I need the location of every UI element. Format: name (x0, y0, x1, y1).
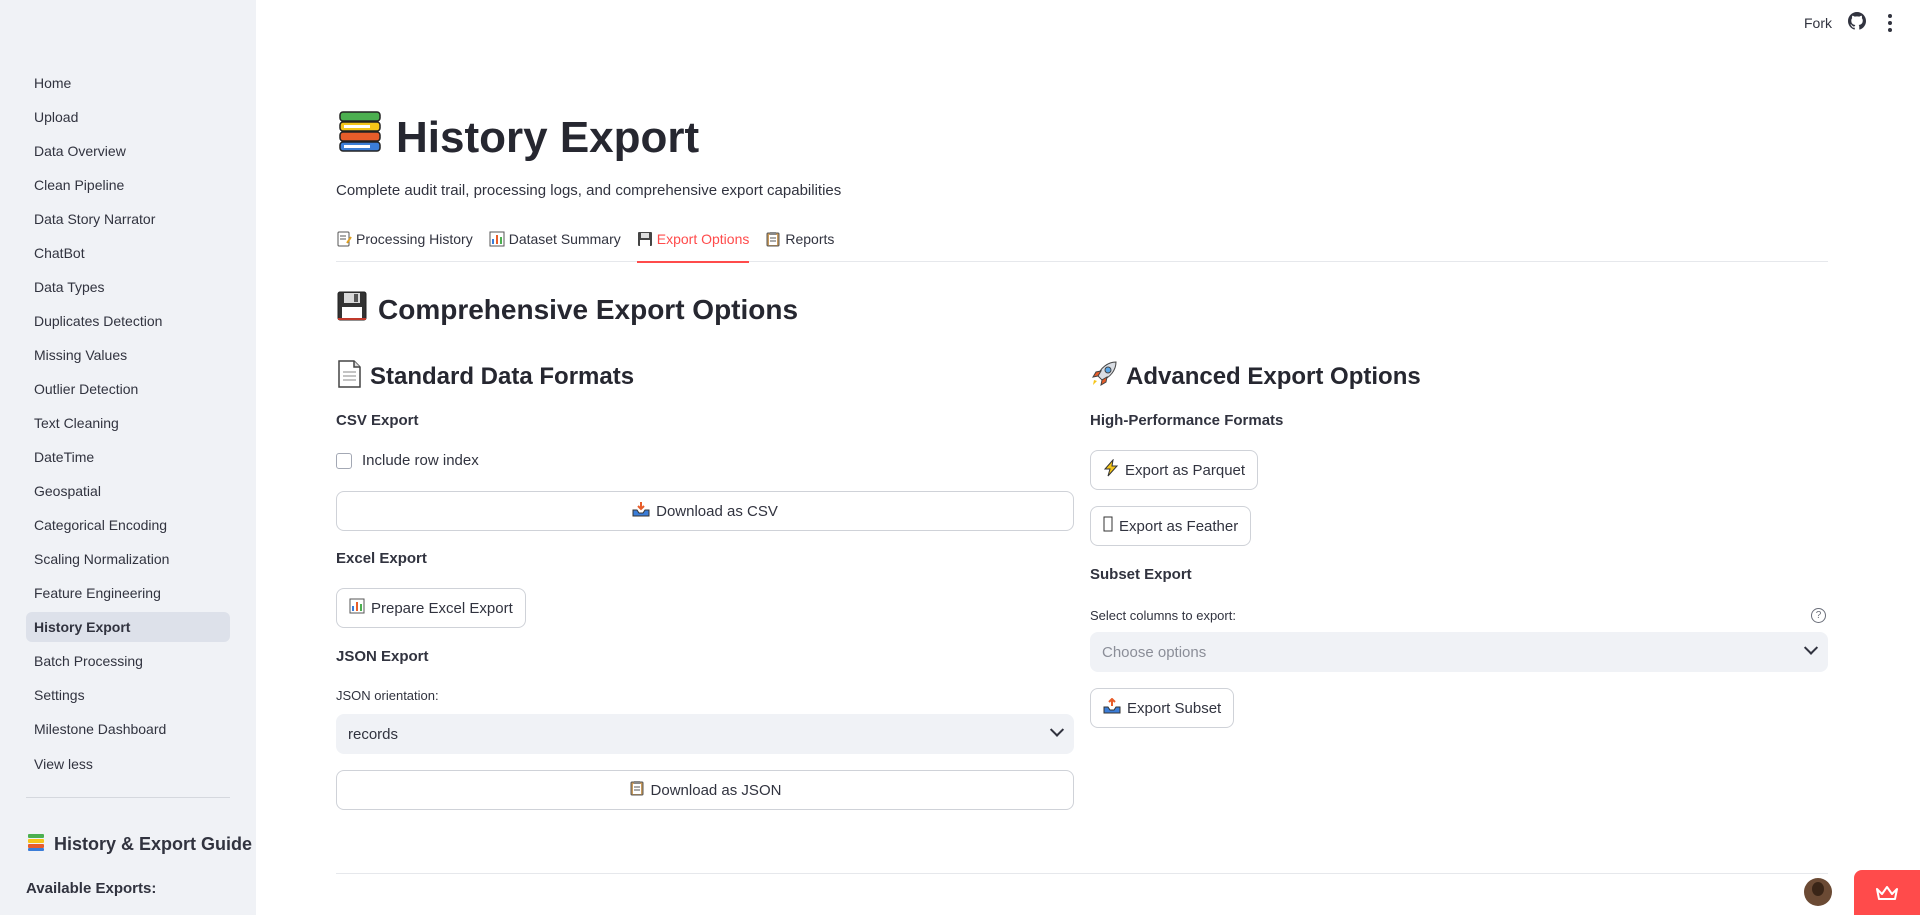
tab-bar: Processing History Dataset Summary Expor… (336, 229, 1828, 263)
sidebar-item-home[interactable]: Home (26, 68, 230, 98)
rocket-icon (1090, 360, 1118, 395)
sidebar: Home Upload Data Overview Clean Pipeline… (0, 0, 256, 915)
page-icon (336, 359, 362, 395)
streamlit-crown-icon[interactable] (1854, 870, 1920, 915)
export-parquet-button[interactable]: Export as Parquet (1090, 450, 1259, 490)
tab-label: Processing History (356, 231, 473, 247)
floppy-disk-icon (336, 290, 368, 329)
sidebar-item-scaling-normalization[interactable]: Scaling Normalization (26, 544, 230, 574)
sidebar-item-text-cleaning[interactable]: Text Cleaning (26, 408, 230, 438)
section-title-text: Comprehensive Export Options (378, 293, 799, 325)
outbox-tray-icon (1103, 697, 1121, 718)
prepare-excel-button[interactable]: Prepare Excel Export (336, 588, 526, 628)
tab-label: Reports (785, 231, 835, 247)
sidebar-item-data-types[interactable]: Data Types (26, 272, 230, 302)
sidebar-item-duplicates-detection[interactable]: Duplicates Detection (26, 306, 230, 336)
tab-dataset-summary[interactable]: Dataset Summary (489, 229, 621, 262)
subset-export-label: Subset Export (1090, 566, 1192, 583)
tab-export-options[interactable]: Export Options (636, 229, 750, 263)
view-less-link[interactable]: View less (34, 756, 93, 772)
download-csv-label: Download as CSV (656, 502, 778, 520)
sidebar-divider (26, 797, 230, 798)
standard-formats-title-text: Standard Data Formats (370, 363, 635, 390)
high-performance-label: High-Performance Formats (1090, 412, 1284, 429)
select-columns-label: Select columns to export: (1090, 608, 1236, 623)
json-orientation-value: records (348, 725, 399, 743)
json-export-label: JSON Export (336, 648, 429, 665)
prepare-excel-label: Prepare Excel Export (371, 599, 513, 617)
sidebar-item-upload[interactable]: Upload (26, 102, 230, 132)
clipboard-icon (765, 231, 781, 250)
export-feather-button[interactable]: Export as Feather (1090, 506, 1252, 546)
tab-label: Dataset Summary (508, 231, 621, 247)
sidebar-item-settings[interactable]: Settings (26, 680, 230, 710)
guide-title-text: History & Export Guide (54, 834, 253, 854)
advanced-options-column: Advanced Export Options High-Performance… (1090, 360, 1828, 728)
sidebar-item-clean-pipeline[interactable]: Clean Pipeline (26, 170, 230, 200)
download-json-label: Download as JSON (650, 781, 782, 799)
export-feather-label: Export as Feather (1119, 517, 1239, 535)
sidebar-item-geospatial[interactable]: Geospatial (26, 476, 230, 506)
json-orientation-label: JSON orientation: (336, 688, 439, 703)
download-json-button[interactable]: Download as JSON (336, 770, 1074, 810)
sidebar-item-data-overview[interactable]: Data Overview (26, 136, 230, 166)
guide-title: History & Export Guide (26, 832, 252, 857)
select-columns-placeholder: Choose options (1102, 643, 1207, 661)
json-orientation-select[interactable]: records (336, 714, 1074, 754)
lightning-icon (1103, 458, 1119, 481)
sidebar-item-batch-processing[interactable]: Batch Processing (26, 646, 230, 676)
sidebar-nav: Home Upload Data Overview Clean Pipeline… (26, 68, 230, 748)
content-divider (336, 873, 1828, 874)
memo-icon (336, 231, 352, 250)
tab-reports[interactable]: Reports (765, 229, 834, 262)
clipboard-icon (629, 780, 645, 800)
download-csv-button[interactable]: Download as CSV (336, 491, 1074, 531)
section-title: Comprehensive Export Options (336, 290, 798, 329)
export-subset-button[interactable]: Export Subset (1090, 688, 1235, 728)
inbox-tray-icon (632, 501, 650, 521)
sidebar-item-chatbot[interactable]: ChatBot (26, 238, 230, 268)
sidebar-item-feature-engineering[interactable]: Feature Engineering (26, 578, 230, 608)
export-parquet-label: Export as Parquet (1125, 461, 1246, 479)
sidebar-item-history-export[interactable]: History Export (26, 612, 230, 642)
sidebar-item-outlier-detection[interactable]: Outlier Detection (26, 374, 230, 404)
feather-icon (1103, 516, 1113, 536)
chevron-down-icon (1803, 640, 1819, 655)
bar-chart-icon (489, 231, 505, 250)
advanced-options-title: Advanced Export Options (1090, 360, 1828, 394)
csv-export-label: CSV Export (336, 412, 419, 429)
tab-label: Export Options (656, 231, 750, 247)
help-icon[interactable]: ? (1811, 608, 1826, 623)
books-icon (26, 832, 46, 857)
sidebar-item-categorical-encoding[interactable]: Categorical Encoding (26, 510, 230, 540)
include-index-label: Include row index (362, 452, 479, 469)
chevron-down-icon (1049, 722, 1065, 737)
floppy-disk-icon (637, 231, 653, 250)
excel-export-label: Excel Export (336, 550, 427, 567)
include-index-row: Include row index (336, 452, 479, 469)
page-subtitle: Complete audit trail, processing logs, a… (336, 182, 842, 199)
advanced-options-title-text: Advanced Export Options (1126, 363, 1421, 390)
page-title-text: History Export (396, 112, 700, 162)
tab-processing-history[interactable]: Processing History (336, 229, 473, 262)
page-title: History Export (336, 108, 699, 167)
sidebar-item-datetime[interactable]: DateTime (26, 442, 230, 472)
avatar[interactable] (1804, 878, 1832, 906)
header-toolbar: Fork (1804, 12, 1898, 33)
sidebar-item-missing-values[interactable]: Missing Values (26, 340, 230, 370)
bar-chart-icon (349, 598, 365, 618)
available-exports-label: Available Exports: (26, 880, 157, 897)
books-icon (336, 108, 384, 167)
export-subset-label: Export Subset (1127, 699, 1222, 717)
include-index-checkbox[interactable] (336, 452, 352, 469)
standard-formats-title: Standard Data Formats (336, 359, 1074, 395)
sidebar-item-data-story-narrator[interactable]: Data Story Narrator (26, 204, 230, 234)
main-menu-icon[interactable] (1882, 13, 1898, 33)
github-icon[interactable] (1848, 12, 1866, 33)
select-columns-multiselect[interactable]: Choose options (1090, 632, 1828, 672)
sidebar-item-milestone-dashboard[interactable]: Milestone Dashboard (26, 714, 230, 744)
fork-button[interactable]: Fork (1804, 15, 1832, 31)
standard-formats-column: Standard Data Formats CSV Export Include… (336, 359, 1074, 810)
